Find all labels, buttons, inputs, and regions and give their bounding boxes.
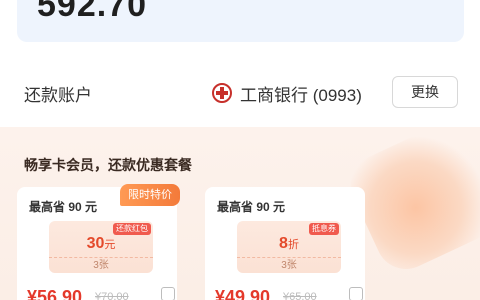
package-original-price: ¥65.00 (283, 291, 317, 300)
change-account-button[interactable]: 更换 (392, 76, 458, 108)
coupon: 抵息券 8折 3张 (237, 221, 341, 273)
amount-card: 592.70 (17, 0, 464, 42)
promo-title: 畅享卡会员，还款优惠套餐 (24, 157, 192, 173)
icbc-logo-icon (212, 83, 232, 103)
promo-section: 畅享卡会员，还款优惠套餐 最高省 90 元 限时特价 还款红包 30元 3张 ¥… (0, 127, 480, 300)
package-card[interactable]: 最高省 90 元 限时特价 还款红包 30元 3张 ¥56.90 ¥70.00 (17, 184, 180, 300)
package-save-text: 最高省 90 元 (217, 200, 286, 214)
coupon-count: 3张 (49, 257, 153, 273)
package-original-price: ¥70.00 (95, 291, 129, 300)
package-checkbox[interactable] (161, 287, 175, 300)
package-checkbox[interactable] (349, 287, 363, 300)
package-price: ¥49.90 (215, 287, 271, 300)
coupon-count: 3张 (237, 257, 341, 273)
limited-offer-tag: 限时特价 (120, 184, 180, 206)
package-save-text: 最高省 90 元 (29, 200, 98, 214)
bank-name: 工商银行 (0993) (240, 86, 362, 105)
package-card[interactable]: 最高省 90 元 抵息券 8折 3张 ¥49.90 ¥65.00 (205, 187, 365, 300)
repay-account-label: 还款账户 (24, 86, 92, 105)
coupon-value: 30元 (86, 235, 116, 252)
coupon-badge: 还款红包 (113, 223, 151, 235)
repay-amount: 592.70 (37, 0, 147, 24)
repay-account-row[interactable]: 还款账户 工商银行 (0993) 更换 (0, 70, 480, 118)
coupon-badge: 抵息券 (309, 223, 339, 235)
coupon-value: 8折 (279, 235, 299, 252)
coupon: 还款红包 30元 3张 (49, 221, 153, 273)
package-price: ¥56.90 (27, 287, 83, 300)
